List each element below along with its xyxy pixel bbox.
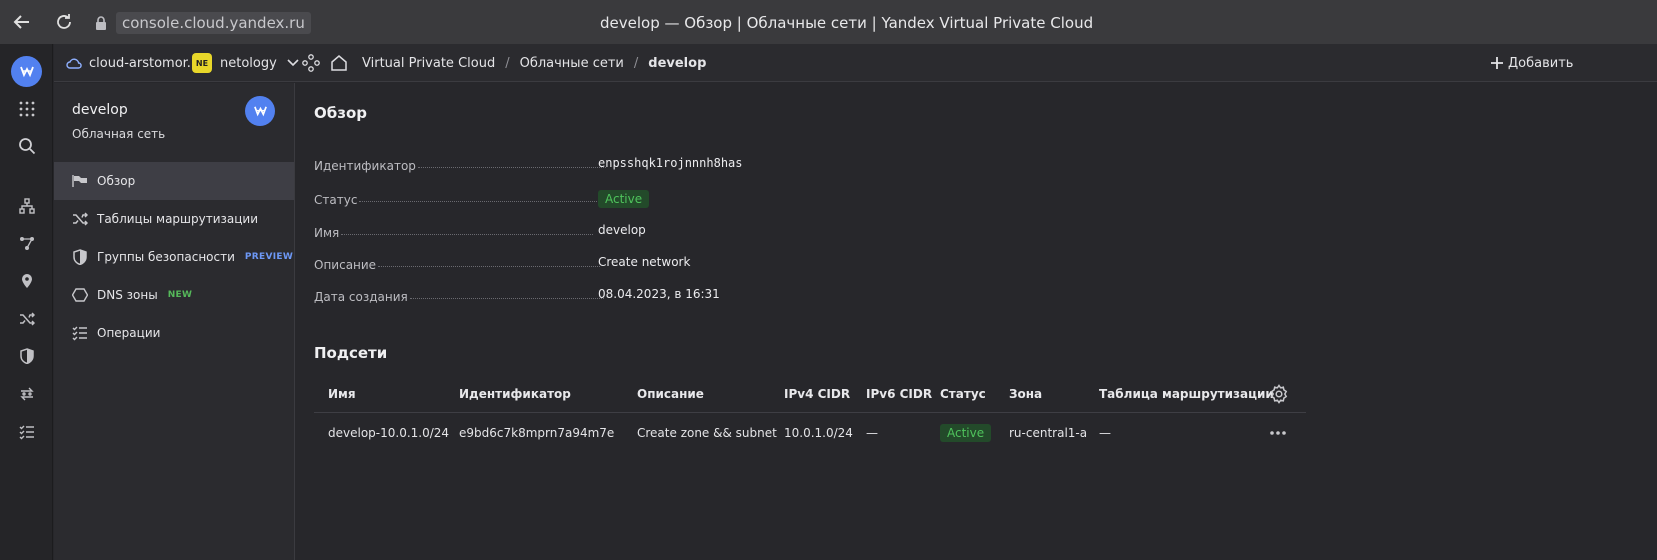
field-description-value: Create network bbox=[598, 255, 691, 269]
preview-badge: PREVIEW bbox=[244, 252, 294, 262]
lock-icon bbox=[94, 16, 108, 30]
reload-icon[interactable] bbox=[53, 12, 75, 34]
field-description: Описание Create network bbox=[314, 255, 691, 272]
topology-icon[interactable] bbox=[14, 230, 40, 256]
location-pin-icon[interactable] bbox=[14, 268, 40, 294]
flag-icon bbox=[72, 173, 88, 189]
cloud-selector[interactable]: cloud-arstomor... bbox=[66, 44, 199, 82]
breadcrumb-networks[interactable]: Облачные сети bbox=[520, 56, 624, 71]
folder-badge: NE bbox=[192, 53, 212, 73]
column-header[interactable]: IPv4 CIDR bbox=[784, 375, 850, 412]
chevron-down-icon bbox=[287, 59, 299, 67]
shuffle-icon bbox=[72, 211, 88, 227]
column-header[interactable]: Описание bbox=[637, 375, 704, 412]
column-header[interactable]: IPv6 CIDR bbox=[866, 375, 932, 412]
subnets-table: Имя Идентификатор Описание IPv4 CIDR IPv… bbox=[314, 375, 1306, 453]
browser-toolbar: console.cloud.yandex.ru develop — Обзор … bbox=[0, 0, 1657, 44]
cloud-icon bbox=[66, 57, 82, 69]
home-icon[interactable] bbox=[330, 44, 348, 82]
status-badge: Active bbox=[940, 424, 992, 442]
column-header[interactable]: Статус bbox=[940, 375, 986, 412]
column-header[interactable]: Таблица маршрутизации bbox=[1099, 375, 1274, 412]
global-nav-rail bbox=[0, 44, 53, 560]
more-actions-icon[interactable] bbox=[1269, 413, 1287, 453]
sidebar-item-operations[interactable]: Операции bbox=[54, 314, 294, 352]
new-badge: NEW bbox=[167, 290, 193, 300]
column-header[interactable]: Зона bbox=[1009, 375, 1042, 412]
subnet-route-table: — bbox=[1099, 426, 1111, 440]
gear-icon[interactable] bbox=[1269, 375, 1289, 412]
shield-icon[interactable] bbox=[14, 343, 40, 369]
breadcrumb-current: develop bbox=[648, 55, 707, 71]
add-label: Добавить bbox=[1508, 55, 1574, 71]
plus-icon bbox=[1491, 57, 1503, 69]
sidebar-item-label: Группы безопасности bbox=[97, 250, 235, 264]
field-id: Идентификатор enpsshqk1rojnnnh8has bbox=[314, 156, 743, 173]
address-bar[interactable]: console.cloud.yandex.ru bbox=[90, 11, 311, 35]
overview-heading: Обзор bbox=[314, 104, 367, 122]
subnets-heading: Подсети bbox=[314, 344, 388, 362]
sidebar-item-label: Таблицы маршрутизации bbox=[97, 212, 259, 226]
field-name: Имя develop bbox=[314, 223, 646, 240]
subnet-zone: ru-central1-a bbox=[1009, 426, 1088, 440]
subnet-ipv6: — bbox=[866, 426, 878, 440]
cloud-name: cloud-arstomor... bbox=[89, 55, 200, 71]
field-id-value: enpsshqk1rojnnnh8has bbox=[598, 156, 743, 170]
subnet-description: Create zone && subnet bbox=[637, 426, 777, 440]
folder-selector[interactable]: NE netology bbox=[192, 44, 299, 82]
transfer-icon[interactable] bbox=[14, 381, 40, 407]
table-header: Имя Идентификатор Описание IPv4 CIDR IPv… bbox=[314, 375, 1306, 413]
list-check-icon[interactable] bbox=[14, 419, 40, 445]
window-title: develop — Обзор | Облачные сети | Yandex… bbox=[600, 14, 1094, 32]
network-title: develop bbox=[72, 102, 128, 118]
breadcrumb: Virtual Private Cloud / Облачные сети / … bbox=[362, 55, 707, 71]
field-created-value: 08.04.2023, в 16:31 bbox=[598, 287, 720, 301]
column-header[interactable]: Имя bbox=[328, 375, 356, 412]
sidebar-item-label: DNS зоны bbox=[97, 288, 158, 302]
field-created: Дата создания 08.04.2023, в 16:31 bbox=[314, 287, 720, 304]
add-button[interactable]: Добавить bbox=[1491, 44, 1573, 82]
field-name-value: develop bbox=[598, 223, 646, 237]
sidebar-item-label: Обзор bbox=[97, 174, 136, 188]
folder-name: netology bbox=[220, 55, 277, 71]
table-row[interactable]: develop-10.0.1.0/24 e9bd6c7k8mprn7a94m7e… bbox=[314, 413, 1306, 453]
sidebar-item-dns-zones[interactable]: DNS зоны NEW bbox=[54, 276, 294, 314]
network-sidebar: develop Облачная сеть Обзор Таблицы марш… bbox=[54, 83, 295, 560]
services-icon[interactable] bbox=[302, 44, 320, 82]
sidebar-item-label: Операции bbox=[97, 326, 161, 340]
hexagon-icon bbox=[72, 287, 88, 303]
subnet-id: e9bd6c7k8mprn7a94m7e bbox=[459, 426, 615, 440]
network-icon[interactable] bbox=[14, 193, 40, 219]
back-icon[interactable] bbox=[11, 12, 33, 34]
status-badge: Active bbox=[598, 190, 650, 208]
shuffle-icon[interactable] bbox=[14, 306, 40, 332]
sidebar-item-security-groups[interactable]: Группы безопасности PREVIEW bbox=[54, 238, 294, 276]
field-status: Статус Active bbox=[314, 187, 874, 208]
main-content: Обзор Идентификатор enpsshqk1rojnnnh8has… bbox=[296, 83, 1657, 560]
network-avatar-icon bbox=[245, 96, 275, 126]
column-header[interactable]: Идентификатор bbox=[459, 375, 571, 412]
sidebar-item-route-tables[interactable]: Таблицы маршрутизации bbox=[54, 200, 294, 238]
console-header: cloud-arstomor... NE netology Virtual Pr… bbox=[54, 44, 1657, 82]
sidebar-item-overview[interactable]: Обзор bbox=[54, 162, 294, 200]
shield-icon bbox=[72, 249, 88, 265]
subnet-ipv4: 10.0.1.0/24 bbox=[784, 426, 853, 440]
network-subtitle: Облачная сеть bbox=[72, 127, 166, 141]
apps-grid-icon[interactable] bbox=[14, 96, 40, 122]
vpc-logo-icon[interactable] bbox=[11, 56, 42, 87]
search-icon[interactable] bbox=[14, 133, 40, 159]
subnet-name[interactable]: develop-10.0.1.0/24 bbox=[328, 413, 449, 453]
list-check-icon bbox=[72, 325, 88, 341]
url-text: console.cloud.yandex.ru bbox=[116, 12, 311, 34]
breadcrumb-vpc[interactable]: Virtual Private Cloud bbox=[362, 56, 495, 71]
